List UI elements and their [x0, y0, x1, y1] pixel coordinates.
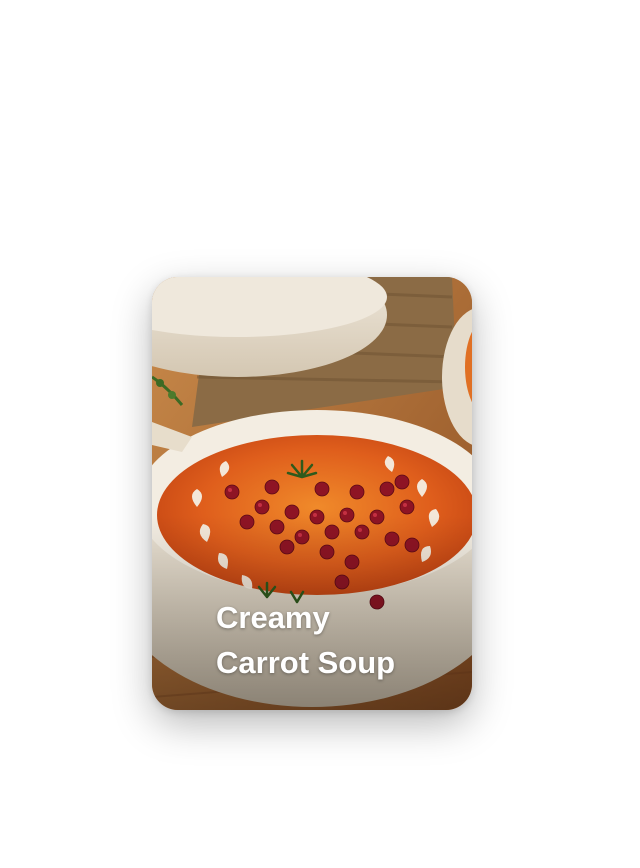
recipe-title: Creamy Carrot Soup	[216, 595, 456, 685]
recipe-card[interactable]: Creamy Carrot Soup	[152, 277, 472, 710]
recipe-title-line-1: Creamy	[216, 600, 330, 635]
recipe-title-line-2: Carrot Soup	[216, 645, 396, 680]
